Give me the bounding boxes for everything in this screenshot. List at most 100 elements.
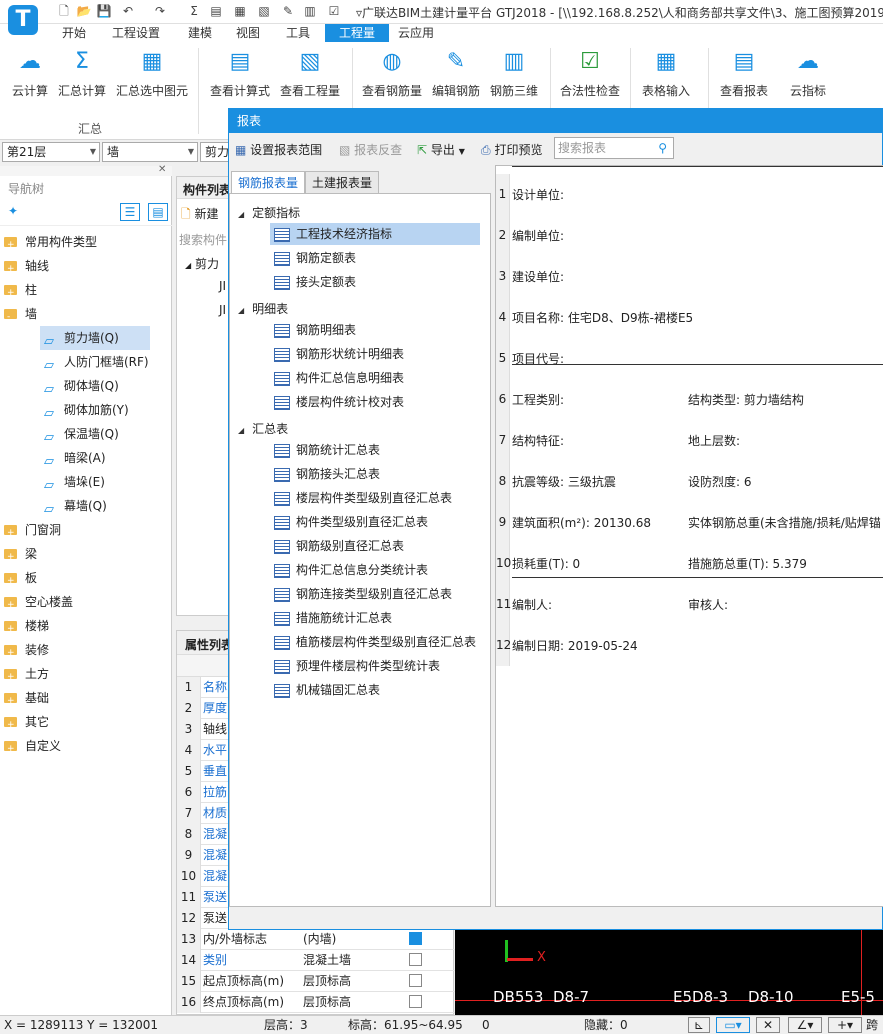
list-view-icon[interactable]: ☰ (120, 203, 140, 221)
legality-check-button[interactable]: ☑ 合法性检查 (560, 48, 620, 99)
menu-start[interactable]: 开始 (58, 24, 90, 42)
report-item[interactable]: 钢筋明细表 (270, 319, 480, 341)
nav-item[interactable]: 空心楼盖 (4, 590, 73, 617)
report-item[interactable]: 机械锚固汇总表 (270, 679, 480, 701)
report-item[interactable]: 楼层构件类型级别直径汇总表 (270, 487, 480, 509)
report-item[interactable]: 工程技术经济指标 (270, 223, 480, 245)
view-report-button[interactable]: ▤ 查看报表 (720, 48, 768, 99)
search-icon[interactable]: ⚲ (658, 138, 667, 158)
property-row[interactable]: 14 类别 混凝土墙 (177, 950, 455, 971)
attribute-checkbox[interactable] (409, 953, 422, 966)
nav-subitem[interactable]: ▱ 保温墙(Q) (40, 422, 119, 446)
offset-icon[interactable]: +▾ (828, 1017, 862, 1033)
component-select[interactable]: 剪力 (200, 142, 230, 162)
tab-civil-report[interactable]: 土建报表量 (305, 171, 380, 193)
pencil-small-icon[interactable]: ✎ (280, 3, 296, 19)
export-button[interactable]: ⇱ 导出 ▼ (417, 141, 465, 158)
report-item[interactable]: 预埋件楼层构件类型统计表 (270, 655, 480, 677)
grid-small-icon[interactable]: ▥ (302, 3, 318, 19)
menu-tools[interactable]: 工具 (282, 24, 314, 42)
nav-item[interactable]: 装修 (4, 638, 49, 665)
report-item[interactable]: 钢筋统计汇总表 (270, 439, 480, 461)
nav-item[interactable]: 常用构件类型 (4, 230, 97, 257)
component-tree-root[interactable]: ◢ 剪力 (185, 255, 219, 272)
set-range-button[interactable]: ▦ 设置报表范围 (235, 141, 322, 158)
cross-icon[interactable]: ✕ (756, 1017, 780, 1033)
report-item[interactable]: 构件类型级别直径汇总表 (270, 511, 480, 533)
property-value[interactable]: (内墙) (303, 929, 336, 950)
attribute-checkbox[interactable] (409, 932, 422, 945)
report-search-input[interactable]: 搜索报表 ⚲ (554, 137, 674, 159)
component-search[interactable]: 搜索构件 (179, 231, 229, 249)
nav-subitem[interactable]: ▱ 暗梁(A) (40, 446, 106, 470)
view-formula-button[interactable]: ▤ 查看计算式 (210, 48, 270, 99)
menu-project-settings[interactable]: 工程设置 (108, 24, 164, 42)
nav-subitem[interactable]: ▱ 砌体加筋(Y) (40, 398, 129, 422)
report-section[interactable]: 汇总表 (238, 420, 288, 437)
undo-icon[interactable]: ↶ (120, 3, 136, 19)
report-item[interactable]: 构件汇总信息分类统计表 (270, 559, 480, 581)
menu-modeling[interactable]: 建模 (184, 24, 216, 42)
report-item[interactable]: 钢筋级别直径汇总表 (270, 535, 480, 557)
report-section[interactable]: 定额指标 (238, 204, 300, 221)
tab-rebar-report[interactable]: 钢筋报表量 (231, 171, 306, 194)
property-row[interactable]: 13 内/外墙标志 (内墙) (177, 929, 455, 950)
type-select[interactable]: 墙 ▼ (102, 142, 198, 162)
summary-selected-button[interactable]: ▦ 汇总选中图元 (116, 48, 188, 99)
report-item[interactable]: 措施筋统计汇总表 (270, 607, 480, 629)
snap-icon[interactable]: ▭▾ (716, 1017, 750, 1033)
nav-subitem[interactable]: ▱ 墙垛(E) (40, 470, 105, 494)
ortho-icon[interactable]: ⊾ (688, 1017, 710, 1033)
report-item[interactable]: 植筋楼层构件类型级别直径汇总表 (270, 631, 480, 653)
save-icon[interactable]: 💾 (96, 3, 112, 19)
reverse-lookup-button[interactable]: ▧ 报表反查 (339, 141, 402, 158)
nav-item[interactable]: 基础 (4, 686, 49, 713)
new-star-icon[interactable]: ✦ (8, 204, 18, 218)
nav-item[interactable]: 其它 (4, 710, 49, 737)
nav-subitem[interactable]: ▱ 幕墙(Q) (40, 494, 107, 518)
nav-subitem[interactable]: ▱ 人防门框墙(RF) (40, 350, 149, 374)
menu-cloud[interactable]: 云应用 (394, 24, 438, 42)
report-item[interactable]: 钢筋连接类型级别直径汇总表 (270, 583, 480, 605)
new-file-icon[interactable]: 🗋 (56, 3, 72, 19)
nav-item[interactable]: 轴线 (4, 254, 49, 281)
grid-view-icon[interactable]: ▤ (148, 203, 168, 221)
sigma-small-icon[interactable]: Σ (186, 3, 202, 19)
report-item[interactable]: 钢筋定额表 (270, 247, 480, 269)
nav-subitem[interactable]: ▱ 剪力墙(Q) (40, 326, 150, 350)
search-doc-small-icon[interactable]: ▧ (256, 3, 272, 19)
floor-select[interactable]: 第21层 ▼ (2, 142, 100, 162)
new-component-button[interactable]: 🗋 新建 (181, 205, 229, 226)
report-item[interactable]: 构件汇总信息明细表 (270, 367, 480, 389)
nav-subitem[interactable]: ▱ 砌体墙(Q) (40, 374, 119, 398)
print-preview-button[interactable]: ⎙ 打印预览 (481, 141, 542, 158)
view-quantity-button[interactable]: ▧ 查看工程量 (280, 48, 340, 99)
property-row[interactable]: 15 起点顶标高(m) 层顶标高 (177, 971, 455, 992)
property-value[interactable]: 层顶标高 (303, 992, 351, 1013)
close-icon[interactable]: ✕ (158, 164, 166, 175)
redo-icon[interactable]: ↷ (152, 3, 168, 19)
rebar-3d-button[interactable]: ▥ 钢筋三维 (490, 48, 538, 99)
property-row[interactable]: 16 终点顶标高(m) 层顶标高 (177, 992, 455, 1013)
drawing-canvas[interactable]: X DB553 D8-7 E5D8-3 D8-10 E5-5 (455, 930, 883, 1015)
report-item[interactable]: 钢筋接头汇总表 (270, 463, 480, 485)
component-item[interactable]: JI (219, 303, 226, 317)
nav-item[interactable]: 土方 (4, 662, 49, 689)
nav-item[interactable]: 梁 (4, 542, 37, 569)
report-item[interactable]: 楼层构件统计校对表 (270, 391, 480, 413)
component-item[interactable]: JI (219, 279, 226, 293)
attribute-checkbox[interactable] (409, 995, 422, 1008)
view-rebar-button[interactable]: ◍ 查看钢筋量 (362, 48, 422, 99)
edit-rebar-button[interactable]: ✎ 编辑钢筋 (432, 48, 480, 99)
nav-item[interactable]: 柱 (4, 278, 37, 305)
table-input-button[interactable]: ▦ 表格输入 (642, 48, 690, 99)
summary-calc-button[interactable]: Σ 汇总计算 (58, 48, 106, 99)
report-section[interactable]: 明细表 (238, 300, 288, 317)
open-file-icon[interactable]: 📂 (76, 3, 92, 19)
report-small-icon[interactable]: ▤ (208, 3, 224, 19)
cloud-index-button[interactable]: ☁ 云指标 (790, 48, 826, 99)
nav-item[interactable]: 门窗洞 (4, 518, 61, 545)
menu-quantity[interactable]: 工程量 (325, 24, 390, 42)
nav-item[interactable]: 板 (4, 566, 37, 593)
report-item[interactable]: 钢筋形状统计明细表 (270, 343, 480, 365)
